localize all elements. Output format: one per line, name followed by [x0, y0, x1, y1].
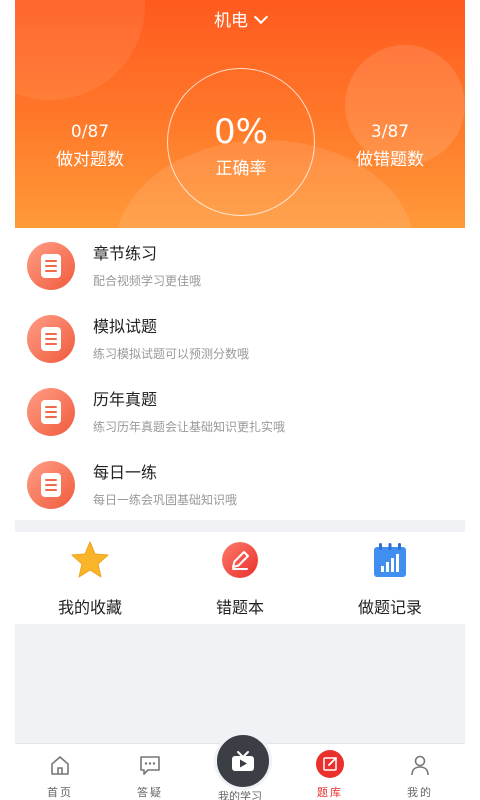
chat-icon — [140, 756, 160, 775]
wrong-book-button[interactable]: 错题本 — [165, 532, 315, 624]
wrong-label: 做错题数 — [356, 150, 424, 170]
stats-header: 机电 0/87 做对题数 0% 正确率 3/87 做错题数 — [15, 0, 465, 228]
item-subtitle: 练习模拟试题可以预测分数哦 — [93, 347, 250, 361]
correct-count: 0/87 — [70, 122, 110, 142]
chevron-down-icon — [253, 9, 269, 25]
tools-grid: 我的收藏 错题本 做题记录 — [15, 532, 465, 624]
item-title: 历年真题 — [93, 390, 158, 409]
tab-label: 首页 — [47, 786, 73, 799]
tab-home[interactable]: 首页 — [15, 744, 105, 800]
app-screen: 机电 0/87 做对题数 0% 正确率 3/87 做错题数 章节练习 配合视频学… — [15, 0, 465, 800]
edit-icon — [316, 750, 344, 778]
tab-label: 我的 — [407, 786, 433, 799]
tab-mine[interactable]: 我的 — [375, 744, 465, 800]
wrong-count: 3/87 — [370, 122, 410, 142]
record-chart-icon — [374, 543, 406, 577]
list-item-daily-practice[interactable]: 每日一练 每日一练会巩固基础知识哦 — [15, 447, 465, 520]
favorites-button[interactable]: 我的收藏 — [15, 532, 165, 624]
subject-label: 机电 — [214, 11, 248, 31]
user-icon — [411, 755, 429, 776]
subject-selector[interactable]: 机电 — [15, 6, 465, 31]
pencil-icon — [222, 542, 258, 578]
list-item-chapter-practice[interactable]: 章节练习 配合视频学习更佳哦 — [15, 228, 465, 301]
favorites-label: 我的收藏 — [57, 598, 122, 617]
document-icon — [27, 388, 75, 436]
item-title: 章节练习 — [93, 244, 158, 263]
accuracy-value: 0% — [214, 112, 268, 152]
item-subtitle: 练习历年真题会让基础知识更扎实哦 — [93, 420, 286, 434]
item-subtitle: 配合视频学习更佳哦 — [93, 274, 202, 288]
correct-label: 做对题数 — [56, 150, 124, 170]
tv-play-icon — [232, 751, 254, 771]
item-subtitle: 每日一练会巩固基础知识哦 — [93, 493, 238, 507]
tab-label: 我的学习 — [218, 790, 262, 800]
practice-list: 章节练习 配合视频学习更佳哦 模拟试题 练习模拟试题可以预测分数哦 历年真题 练… — [15, 228, 465, 520]
tab-my-study[interactable] — [214, 732, 272, 790]
accuracy-label: 正确率 — [215, 159, 267, 179]
tab-label: 题库 — [317, 786, 343, 799]
record-button[interactable]: 做题记录 — [315, 532, 465, 624]
tab-label: 答疑 — [137, 786, 163, 799]
document-icon — [27, 315, 75, 363]
record-label: 做题记录 — [357, 598, 422, 617]
tab-qa[interactable]: 答疑 — [105, 744, 195, 800]
document-icon — [27, 461, 75, 509]
document-icon — [27, 242, 75, 290]
item-title: 每日一练 — [93, 463, 158, 482]
list-item-past-exams[interactable]: 历年真题 练习历年真题会让基础知识更扎实哦 — [15, 374, 465, 447]
item-title: 模拟试题 — [93, 317, 158, 336]
star-icon — [71, 541, 109, 578]
home-icon — [51, 756, 69, 775]
tab-question-bank[interactable]: 题库 — [285, 744, 375, 800]
list-item-mock-exam[interactable]: 模拟试题 练习模拟试题可以预测分数哦 — [15, 301, 465, 374]
wrong-book-label: 错题本 — [215, 598, 264, 617]
